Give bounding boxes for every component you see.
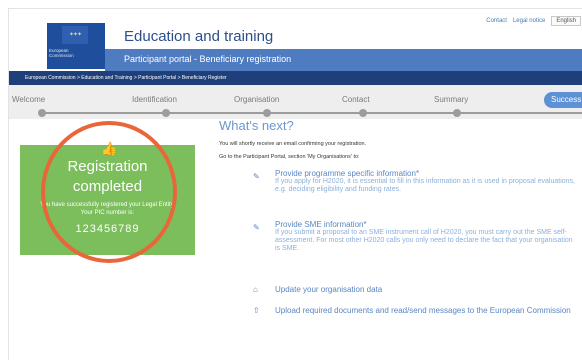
ec-logo: ✦✦✦ European Commission: [47, 23, 105, 69]
language-selector[interactable]: English: [551, 16, 581, 26]
step-dot: [162, 109, 170, 117]
next-step-item[interactable]: Provide programme specific information* …: [275, 169, 575, 194]
step-summary: Summary: [434, 95, 469, 104]
progress-line: [42, 112, 582, 114]
pencil-icon: ✎: [253, 172, 260, 181]
intro-text: Go to the Participant Portal, section 'M…: [219, 154, 360, 160]
step-identification: Identification: [132, 95, 177, 104]
legal-notice-link[interactable]: Legal notice: [513, 18, 545, 24]
step-progress: Welcome Identification Organisation Cont…: [9, 85, 582, 119]
step-dot: [263, 109, 271, 117]
step-dot: [453, 109, 461, 117]
intro-text: You will shortly receive an email confir…: [219, 141, 367, 147]
subtitle-bar: Participant portal - Beneficiary registr…: [105, 49, 582, 71]
top-links: Contact Legal notice English: [486, 16, 581, 26]
page-subtitle: Participant portal - Beneficiary registr…: [124, 54, 292, 64]
next-step-item[interactable]: Update your organisation data: [275, 285, 575, 294]
step-dot: [359, 109, 367, 117]
item-title[interactable]: Provide SME information*: [275, 220, 575, 229]
app-title: Education and training: [124, 28, 274, 45]
next-step-item[interactable]: Upload required documents and read/send …: [275, 306, 575, 315]
home-icon: ⌂: [253, 285, 258, 294]
whats-next-heading: What's next?: [219, 118, 294, 133]
step-success: Success: [544, 92, 582, 108]
step-contact: Contact: [342, 95, 370, 104]
contact-link[interactable]: Contact: [486, 18, 507, 24]
step-organisation: Organisation: [234, 95, 280, 104]
highlight-circle: [41, 121, 177, 263]
item-title[interactable]: Provide programme specific information*: [275, 169, 575, 178]
pencil-icon: ✎: [253, 223, 260, 232]
breadcrumb[interactable]: European Commission > Education and Trai…: [9, 71, 582, 85]
header: Contact Legal notice English ✦✦✦ Europea…: [9, 9, 582, 71]
next-step-item[interactable]: Provide SME information* If you submit a…: [275, 220, 575, 253]
item-description: If you submit a proposal to an SME instr…: [275, 229, 573, 252]
eu-flag-icon: ✦✦✦: [62, 26, 88, 44]
upload-icon: ⇧: [253, 306, 260, 315]
item-description: If you apply for H2020, it is essential …: [275, 178, 575, 193]
step-welcome: Welcome: [12, 95, 46, 104]
item-title[interactable]: Update your organisation data: [275, 285, 575, 294]
logo-text: European Commission: [49, 48, 74, 58]
step-dot: [38, 109, 46, 117]
item-title[interactable]: Upload required documents and read/send …: [275, 306, 575, 315]
